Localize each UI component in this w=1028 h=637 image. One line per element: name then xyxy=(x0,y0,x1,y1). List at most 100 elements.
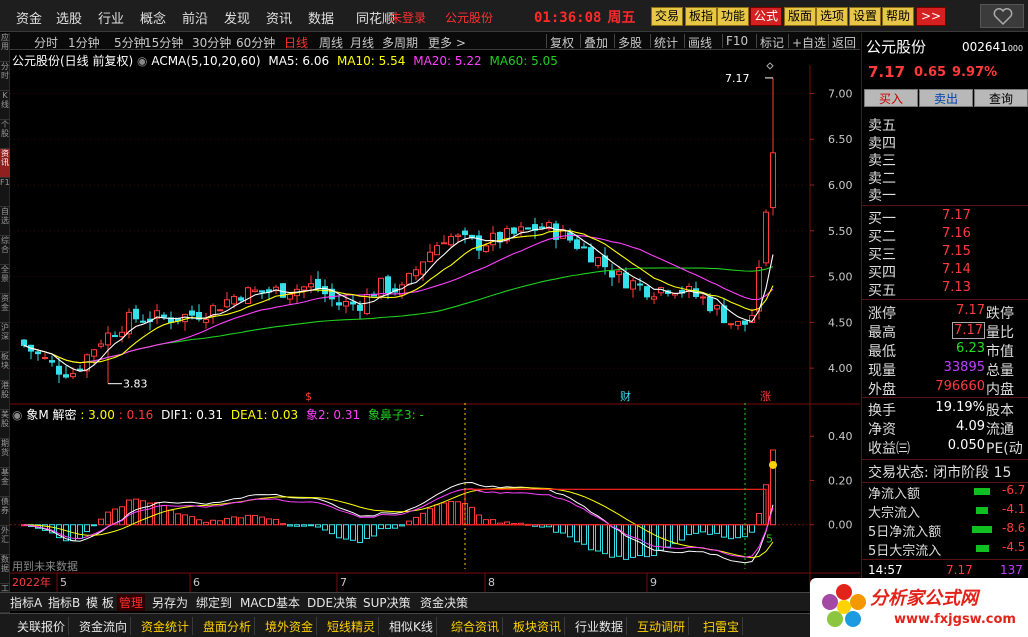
macd-name[interactable]: 象M 解密 xyxy=(26,408,76,422)
left-tab-8[interactable]: 全景 xyxy=(0,265,10,294)
function-tab-10[interactable]: 互动调研 xyxy=(634,617,690,635)
left-tab-10[interactable]: 沪深 xyxy=(0,323,10,352)
left-tab-5[interactable]: F10 xyxy=(0,178,10,207)
chart-tool-1[interactable]: 叠加 xyxy=(584,34,608,51)
left-tab-18[interactable]: 数据 xyxy=(0,555,10,584)
indicator-tab-7[interactable]: DDE决策 xyxy=(305,594,359,611)
period-8[interactable]: 月线 xyxy=(350,34,374,51)
indicator-tab-6[interactable]: MACD基本 xyxy=(238,594,302,611)
period-6[interactable]: 日线 xyxy=(284,34,308,51)
settings-circle-icon[interactable]: ◉ xyxy=(137,54,147,68)
function-tab-7[interactable]: 综合资讯 xyxy=(448,617,504,635)
bid-row[interactable]: 买二 7.16 xyxy=(862,226,1028,245)
bid-row[interactable]: 买三 7.15 xyxy=(862,244,1028,263)
left-tab-12[interactable]: 港股 xyxy=(0,381,10,410)
period-2[interactable]: 5分钟 xyxy=(114,34,146,51)
settings-button[interactable]: 设置 xyxy=(849,7,882,26)
menu-zijin[interactable]: 资金 xyxy=(16,8,42,27)
bid-row[interactable]: 买四 7.14 xyxy=(862,262,1028,281)
indicator-tab-4[interactable]: 另存为 xyxy=(150,594,190,611)
chart-tool-4[interactable]: 画线 xyxy=(688,34,712,51)
chart-tool-8[interactable]: 返回 xyxy=(832,34,856,51)
more-menu-button[interactable]: >> xyxy=(916,7,946,26)
left-tab-0[interactable]: 应用 xyxy=(0,33,10,62)
options-button[interactable]: 选项 xyxy=(816,7,849,26)
function-tab-8[interactable]: 板块资讯 xyxy=(510,617,566,635)
function-button[interactable]: 功能 xyxy=(717,7,750,26)
chart-tool-6[interactable]: 标记 xyxy=(760,34,784,51)
menu-xuangu[interactable]: 选股 xyxy=(56,8,82,27)
indicator-tab-8[interactable]: SUP决策 xyxy=(361,594,413,611)
chart-tool-0[interactable]: 复权 xyxy=(550,34,574,51)
chart-tool-3[interactable]: 统计 xyxy=(654,34,678,51)
sell-button[interactable]: 卖出 xyxy=(919,89,973,107)
period-0[interactable]: 分时 xyxy=(34,34,58,51)
menu-faxian[interactable]: 发现 xyxy=(224,8,250,27)
left-tab-11[interactable]: 板块 xyxy=(0,352,10,381)
function-tab-1[interactable]: 资金流向 xyxy=(76,617,132,635)
function-tab-2[interactable]: 资金统计 xyxy=(138,617,194,635)
function-tab-5[interactable]: 短线精灵 xyxy=(324,617,380,635)
help-button[interactable]: 帮助 xyxy=(882,7,915,26)
left-tab-13[interactable]: 美股 xyxy=(0,410,10,439)
left-tab-17[interactable]: 外汇 xyxy=(0,526,10,555)
period-10[interactable]: 更多 > xyxy=(428,34,466,51)
chart-title[interactable]: 公元股份(日线 前复权) xyxy=(12,54,133,68)
function-tab-9[interactable]: 行业数据 xyxy=(572,617,628,635)
period-7[interactable]: 周线 xyxy=(319,34,343,51)
function-tab-4[interactable]: 境外资金 xyxy=(262,617,318,635)
menu-zixun[interactable]: 资讯 xyxy=(266,8,292,27)
left-tab-2[interactable]: K线 xyxy=(0,91,10,120)
left-tab-4[interactable]: 资讯 xyxy=(0,149,10,178)
menu-shuju[interactable]: 数据 xyxy=(308,8,334,27)
left-tab-9[interactable]: 资金 xyxy=(0,294,10,323)
indicator-tab-2[interactable]: 模 板 xyxy=(84,594,116,611)
indicator-tab-9[interactable]: 资金决策 xyxy=(418,594,470,611)
period-1[interactable]: 1分钟 xyxy=(68,34,100,51)
indicator-tab-5[interactable]: 绑定到 xyxy=(194,594,234,611)
kline-chart[interactable]: 7.00 6.50 6.00 5.50 5.00 4.50 4.00 0.40 0.20 0.00… xyxy=(10,51,860,592)
indicator-tab-3[interactable]: 管理 xyxy=(117,594,146,611)
left-tab-6[interactable]: 自选 xyxy=(0,207,10,236)
indicator-tab-1[interactable]: 指标B xyxy=(46,594,82,611)
window-control[interactable] xyxy=(980,4,1024,28)
left-tab-16[interactable]: 债券 xyxy=(0,497,10,526)
left-tab-15[interactable]: 基金 xyxy=(0,468,10,497)
bid-row[interactable]: 买一 7.17 xyxy=(862,208,1028,227)
menu-gainian[interactable]: 概念 xyxy=(140,8,166,27)
chart-tool-7[interactable]: +自选 xyxy=(792,34,826,51)
bid-row[interactable]: 买五 7.13 xyxy=(862,280,1028,299)
layout-button[interactable]: 版面 xyxy=(784,7,817,26)
left-tab-14[interactable]: 期货 xyxy=(0,439,10,468)
query-button[interactable]: 查询 xyxy=(974,89,1028,107)
ask-row[interactable]: 卖二 xyxy=(862,168,1028,187)
menu-qianyan[interactable]: 前沿 xyxy=(182,8,208,27)
left-tab-7[interactable]: 综合 xyxy=(0,236,10,265)
buy-button[interactable]: 买入 xyxy=(864,89,918,107)
trade-button[interactable]: 交易 xyxy=(651,7,684,26)
login-status[interactable]: 未登录 xyxy=(390,9,426,26)
period-9[interactable]: 多周期 xyxy=(382,34,418,51)
candle-body xyxy=(420,261,426,275)
function-tab-0[interactable]: 关联报价 xyxy=(14,617,70,635)
function-tab-6[interactable]: 相似K线 xyxy=(386,617,437,635)
left-tab-1[interactable]: 分时 xyxy=(0,62,10,91)
chart-tool-2[interactable]: 多股 xyxy=(618,34,642,51)
indicator-tab-0[interactable]: 指标A xyxy=(8,594,44,611)
ask-row[interactable]: 卖五 xyxy=(862,115,1028,134)
ask-row[interactable]: 卖四 xyxy=(862,133,1028,152)
menu-hangye[interactable]: 行业 xyxy=(98,8,124,27)
chart-tool-5[interactable]: F10 xyxy=(726,34,748,48)
period-3[interactable]: 15分钟 xyxy=(144,34,183,51)
function-tab-11[interactable]: 扫雷宝 xyxy=(700,617,744,635)
chart-area[interactable]: 7.00 6.50 6.00 5.50 5.00 4.50 4.00 0.40 0.20 0.00… xyxy=(10,51,860,592)
ask-row[interactable]: 卖三 xyxy=(862,150,1028,169)
ask-row[interactable]: 卖一 xyxy=(862,185,1028,204)
left-tab-3[interactable]: 个股 xyxy=(0,120,10,149)
settings-circle-icon[interactable]: ◉ xyxy=(12,408,22,422)
board-index-button[interactable]: 板指 xyxy=(685,7,718,26)
period-4[interactable]: 30分钟 xyxy=(192,34,231,51)
period-5[interactable]: 60分钟 xyxy=(236,34,275,51)
formula-button[interactable]: 公式 xyxy=(750,7,783,26)
function-tab-3[interactable]: 盘面分析 xyxy=(200,617,256,635)
